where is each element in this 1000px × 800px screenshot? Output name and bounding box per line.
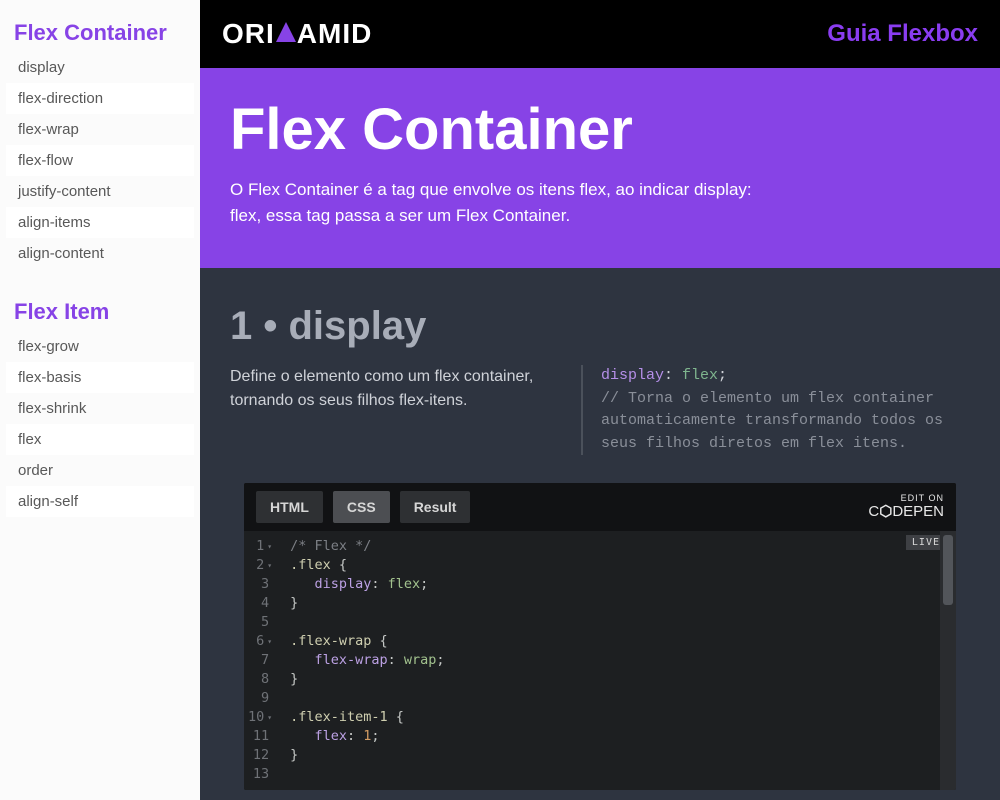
logo-triangle-icon [276, 22, 296, 42]
code-line: } [290, 746, 930, 765]
logo[interactable]: ORI AMID [222, 18, 372, 50]
section-desc: Define o elemento como um flex container… [230, 365, 557, 455]
codepen-logo: C⬡DEPEN [868, 503, 944, 521]
scrollbar-thumb[interactable] [943, 535, 953, 605]
sidebar: Flex Container displayflex-directionflex… [0, 0, 200, 800]
code-prop: display [601, 367, 664, 384]
sidebar-list-item: flex-growflex-basisflex-shrinkflexordera… [6, 331, 194, 517]
code-line: } [290, 594, 930, 613]
code-line: /* Flex */ [290, 537, 930, 556]
sidebar-item-align-content[interactable]: align-content [6, 238, 194, 269]
sidebar-item-flex-shrink[interactable]: flex-shrink [6, 393, 194, 424]
code-line [290, 689, 930, 708]
code-line: .flex-wrap { [290, 632, 930, 651]
guide-flexbox-link[interactable]: Guia Flexbox [827, 20, 978, 48]
sidebar-item-display[interactable]: display [6, 52, 194, 83]
gutter-line: 7 [248, 651, 272, 670]
tab-result[interactable]: Result [400, 491, 471, 523]
edit-on-codepen[interactable]: EDIT ON C⬡DEPEN [868, 493, 944, 522]
code-line: .flex { [290, 556, 930, 575]
section-code: display: flex; // Torna o elemento um fl… [581, 365, 970, 455]
gutter-line: 1▾ [248, 537, 272, 556]
fold-icon[interactable]: ▾ [267, 708, 272, 727]
sidebar-item-align-self[interactable]: align-self [6, 486, 194, 517]
code-line: flex-wrap: wrap; [290, 651, 930, 670]
code-val: flex [682, 367, 718, 384]
code-line: flex: 1; [290, 727, 930, 746]
sidebar-item-order[interactable]: order [6, 455, 194, 486]
hero-title: Flex Container [230, 96, 970, 163]
gutter-line: 11 [248, 727, 272, 746]
code-line: } [290, 670, 930, 689]
logo-text-right: AMID [297, 18, 373, 50]
hero-desc: O Flex Container é a tag que envolve os … [230, 177, 770, 228]
gutter-line: 2▾ [248, 556, 272, 575]
logo-text-left: ORI [222, 18, 275, 50]
sidebar-item-flex-basis[interactable]: flex-basis [6, 362, 194, 393]
gutter-line: 4 [248, 594, 272, 613]
topbar: ORI AMID Guia Flexbox [200, 0, 1000, 68]
fold-icon[interactable]: ▾ [267, 537, 272, 556]
codepen-embed: HTML CSS Result EDIT ON C⬡DEPEN LIVE 1▾2… [244, 483, 956, 790]
main: ORI AMID Guia Flexbox Flex Container O F… [200, 0, 1000, 800]
gutter-line: 9 [248, 689, 272, 708]
sidebar-item-flex[interactable]: flex [6, 424, 194, 455]
codepen-body: LIVE 1▾2▾3 4 5 6▾7 8 9 10▾11 12 13 /* Fl… [244, 531, 956, 790]
code-line: display: flex; [290, 575, 930, 594]
tab-css[interactable]: CSS [333, 491, 390, 523]
fold-icon[interactable]: ▾ [267, 556, 272, 575]
gutter-line: 12 [248, 746, 272, 765]
sidebar-list-container: displayflex-directionflex-wrapflex-flowj… [6, 52, 194, 269]
code-line: .flex-item-1 { [290, 708, 930, 727]
sidebar-item-flex-wrap[interactable]: flex-wrap [6, 114, 194, 145]
code-line [290, 613, 930, 632]
codepen-tabs: HTML CSS Result EDIT ON C⬡DEPEN [244, 483, 956, 531]
section-title: 1 • display [230, 304, 970, 349]
code-gutter: 1▾2▾3 4 5 6▾7 8 9 10▾11 12 13 [244, 531, 280, 790]
sidebar-item-flex-grow[interactable]: flex-grow [6, 331, 194, 362]
sidebar-item-justify-content[interactable]: justify-content [6, 176, 194, 207]
fold-icon[interactable]: ▾ [267, 632, 272, 651]
sidebar-item-flex-direction[interactable]: flex-direction [6, 83, 194, 114]
tab-html[interactable]: HTML [256, 491, 323, 523]
sidebar-heading-flex-container: Flex Container [6, 12, 194, 52]
sidebar-item-flex-flow[interactable]: flex-flow [6, 145, 194, 176]
code-line [290, 765, 930, 784]
edit-on-label: EDIT ON [868, 493, 944, 504]
gutter-line: 13 [248, 765, 272, 784]
sidebar-item-align-items[interactable]: align-items [6, 207, 194, 238]
section-display: 1 • display Define o elemento como um fl… [200, 268, 1000, 800]
code-comment: // Torna o elemento um flex container au… [601, 388, 970, 456]
scrollbar[interactable] [940, 531, 956, 790]
gutter-line: 8 [248, 670, 272, 689]
gutter-line: 10▾ [248, 708, 272, 727]
hero: Flex Container O Flex Container é a tag … [200, 68, 1000, 268]
gutter-line: 5 [248, 613, 272, 632]
code-area[interactable]: /* Flex */.flex { display: flex;} .flex-w… [280, 531, 940, 790]
gutter-line: 3 [248, 575, 272, 594]
gutter-line: 6▾ [248, 632, 272, 651]
sidebar-heading-flex-item: Flex Item [6, 291, 194, 331]
